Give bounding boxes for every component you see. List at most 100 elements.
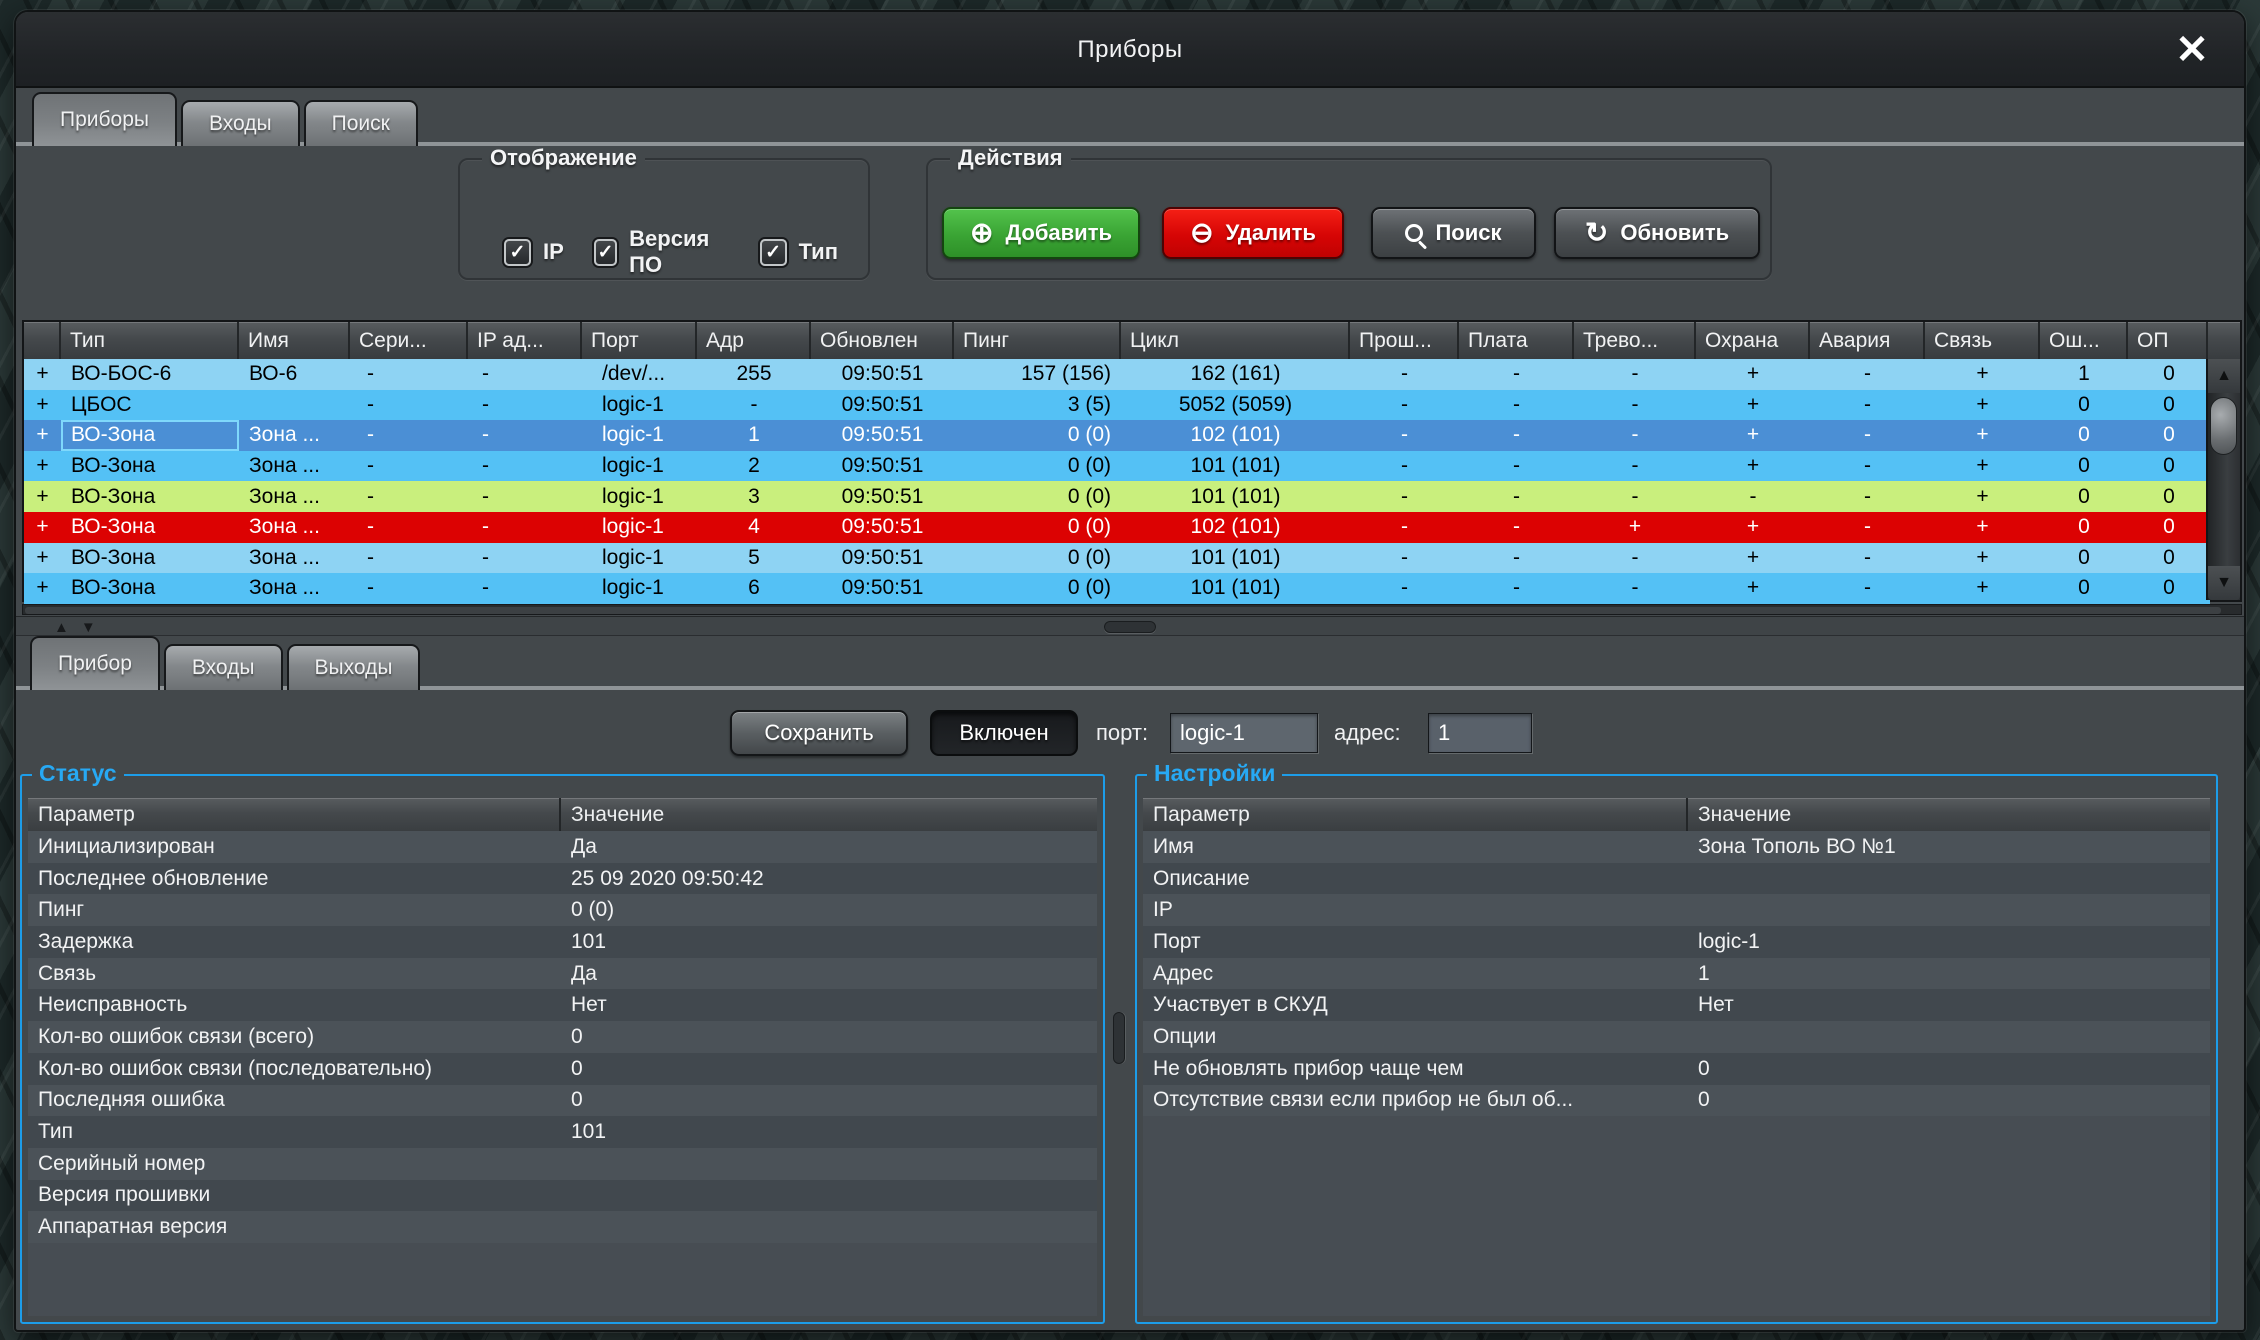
enabled-toggle-button[interactable]: Включен xyxy=(930,710,1078,756)
column-header-ОП[interactable]: ОП xyxy=(2128,322,2210,359)
param-row[interactable]: Пинг0 (0) xyxy=(28,894,1097,926)
display-checkbox-row: ✓IP ✓Версия ПО ✓Тип xyxy=(504,226,868,278)
column-header-Авария[interactable]: Авария xyxy=(1810,322,1925,359)
cell: logic-1 xyxy=(582,512,697,543)
cell: ВО-Зона xyxy=(61,451,239,482)
cell: - xyxy=(468,543,582,574)
vertical-scrollbar[interactable]: ▲ ▼ xyxy=(2206,359,2240,600)
table-row[interactable]: +ВО-ЗонаЗона ...--logic-1309:50:510 (0)1… xyxy=(24,481,2210,512)
close-icon[interactable]: ✕ xyxy=(2168,26,2216,74)
table-row[interactable]: +ВО-ЗонаЗона ...--logic-1209:50:510 (0)1… xyxy=(24,451,2210,482)
param-row[interactable]: Отсутствие связи если прибор не был об..… xyxy=(1143,1085,2210,1117)
scroll-up-icon[interactable]: ▲ xyxy=(2208,359,2240,393)
param-row[interactable]: Адрес1 xyxy=(1143,958,2210,990)
tab-top-приборы[interactable]: Приборы xyxy=(32,92,177,146)
cell: Зона ... xyxy=(239,420,350,451)
column-header-Ош...[interactable]: Ош... xyxy=(2040,322,2128,359)
remove-button[interactable]: ⊖Удалить xyxy=(1162,207,1344,259)
param-row[interactable]: ИмяЗона Тополь ВО №1 xyxy=(1143,831,2210,863)
horizontal-scrollbar-thumb[interactable] xyxy=(25,607,2221,614)
horizontal-scrollbar[interactable] xyxy=(22,604,2242,615)
tab-top-входы[interactable]: Входы xyxy=(181,100,300,146)
splitter-arrows[interactable]: ▲ ▼ xyxy=(54,619,96,636)
param-row[interactable]: Портlogic-1 xyxy=(1143,926,2210,958)
checkbox-тип[interactable]: ✓Тип xyxy=(760,239,838,266)
table-row[interactable]: +ВО-ЗонаЗона ...--logic-1509:50:510 (0)1… xyxy=(24,543,2210,574)
port-input[interactable] xyxy=(1170,713,1318,753)
search-button[interactable]: Поиск xyxy=(1371,207,1536,259)
column-header-Охрана[interactable]: Охрана xyxy=(1696,322,1810,359)
tab-top-поиск[interactable]: Поиск xyxy=(304,100,418,146)
param-name: Неисправность xyxy=(28,989,561,1021)
refresh-button[interactable]: ↻Обновить xyxy=(1554,207,1760,259)
splitter-handle[interactable] xyxy=(1104,621,1156,633)
table-row[interactable]: +ВО-ЗонаЗона ...--logic-1409:50:510 (0)1… xyxy=(24,512,2210,543)
add-button[interactable]: ⊕Добавить xyxy=(942,207,1140,259)
cell: 0 xyxy=(2040,420,2128,451)
tab-bottom-входы[interactable]: Входы xyxy=(164,644,283,690)
column-header-Связь[interactable]: Связь xyxy=(1925,322,2040,359)
splitter-collapse-up-icon[interactable]: ▲ xyxy=(54,619,69,636)
column-header-marker[interactable] xyxy=(24,322,61,359)
param-row[interactable]: Серийный номер xyxy=(28,1148,1097,1180)
param-column-header[interactable]: Параметр xyxy=(1143,798,1688,831)
column-header-Имя[interactable]: Имя xyxy=(239,322,350,359)
splitter-collapse-down-icon[interactable]: ▼ xyxy=(81,619,96,636)
title-bar[interactable]: Приборы ✕ xyxy=(16,12,2244,88)
column-header-Трево...[interactable]: Трево... xyxy=(1574,322,1696,359)
table-row[interactable]: +ВО-ЗонаЗона ...--logic-1109:50:510 (0)1… xyxy=(24,420,2210,451)
param-row[interactable]: ИнициализированДа xyxy=(28,831,1097,863)
panel-splitter-handle[interactable] xyxy=(1113,1012,1125,1064)
horizontal-splitter[interactable]: ▲ ▼ xyxy=(16,616,2244,636)
column-header-IP ад...[interactable]: IP ад... xyxy=(468,322,582,359)
param-row[interactable]: СвязьДа xyxy=(28,958,1097,990)
param-value xyxy=(561,1211,1097,1243)
column-header-Обновлен[interactable]: Обновлен xyxy=(811,322,954,359)
param-row[interactable]: Опции xyxy=(1143,1021,2210,1053)
checkbox-ip[interactable]: ✓IP xyxy=(504,239,564,266)
address-input[interactable] xyxy=(1428,713,1532,753)
param-row[interactable]: Версия прошивки xyxy=(28,1180,1097,1212)
cell: 0 xyxy=(2040,512,2128,543)
tab-bottom-выходы[interactable]: Выходы xyxy=(287,644,421,690)
param-row[interactable]: Последнее обновление25 09 2020 09:50:42 xyxy=(28,863,1097,895)
param-row[interactable]: IP xyxy=(1143,894,2210,926)
param-column-header[interactable]: Параметр xyxy=(28,798,561,831)
cell: - xyxy=(1459,420,1574,451)
cell: ВО-Зона xyxy=(61,573,239,604)
cell: ВО-БОС-6 xyxy=(61,359,239,390)
param-row[interactable]: Аппаратная версия xyxy=(28,1211,1097,1243)
param-row[interactable]: Описание xyxy=(1143,863,2210,895)
scrollbar-thumb[interactable] xyxy=(2210,397,2237,455)
column-header-Адр[interactable]: Адр xyxy=(697,322,811,359)
param-row[interactable]: Не обновлять прибор чаще чем0 xyxy=(1143,1053,2210,1085)
param-row[interactable]: Кол-во ошибок связи (последовательно)0 xyxy=(28,1053,1097,1085)
cell: 09:50:51 xyxy=(811,512,954,543)
param-value: 101 xyxy=(561,926,1097,958)
save-button[interactable]: Сохранить xyxy=(730,710,908,756)
cell: 09:50:51 xyxy=(811,543,954,574)
checkbox-версия-по[interactable]: ✓Версия ПО xyxy=(594,226,730,278)
column-header-Пинг[interactable]: Пинг xyxy=(954,322,1121,359)
param-column-header[interactable]: Значение xyxy=(1688,798,2210,831)
param-row[interactable]: Участвует в СКУДНет xyxy=(1143,989,2210,1021)
column-header-Тип[interactable]: Тип xyxy=(61,322,239,359)
table-row[interactable]: +ЦБОС--logic-1-09:50:513 (5)5052 (5059)-… xyxy=(24,390,2210,421)
column-header-Цикл[interactable]: Цикл xyxy=(1121,322,1350,359)
param-row[interactable]: НеисправностьНет xyxy=(28,989,1097,1021)
column-header-Сери...[interactable]: Сери... xyxy=(350,322,468,359)
table-row[interactable]: +ВО-ЗонаЗона ...--logic-1609:50:510 (0)1… xyxy=(24,573,2210,604)
column-header-Прош...[interactable]: Прош... xyxy=(1350,322,1459,359)
param-row[interactable]: Кол-во ошибок связи (всего)0 xyxy=(28,1021,1097,1053)
cell: - xyxy=(1810,512,1925,543)
table-row[interactable]: +ВО-БОС-6ВО-6--/dev/...25509:50:51157 (1… xyxy=(24,359,2210,390)
cell: 0 xyxy=(2040,481,2128,512)
column-header-Плата[interactable]: Плата xyxy=(1459,322,1574,359)
param-column-header[interactable]: Значение xyxy=(561,798,1097,831)
param-row[interactable]: Тип101 xyxy=(28,1116,1097,1148)
param-row[interactable]: Последняя ошибка0 xyxy=(28,1085,1097,1117)
tab-bottom-прибор[interactable]: Прибор xyxy=(30,636,160,690)
param-row[interactable]: Задержка101 xyxy=(28,926,1097,958)
column-header-Порт[interactable]: Порт xyxy=(582,322,697,359)
scroll-down-icon[interactable]: ▼ xyxy=(2208,566,2240,600)
